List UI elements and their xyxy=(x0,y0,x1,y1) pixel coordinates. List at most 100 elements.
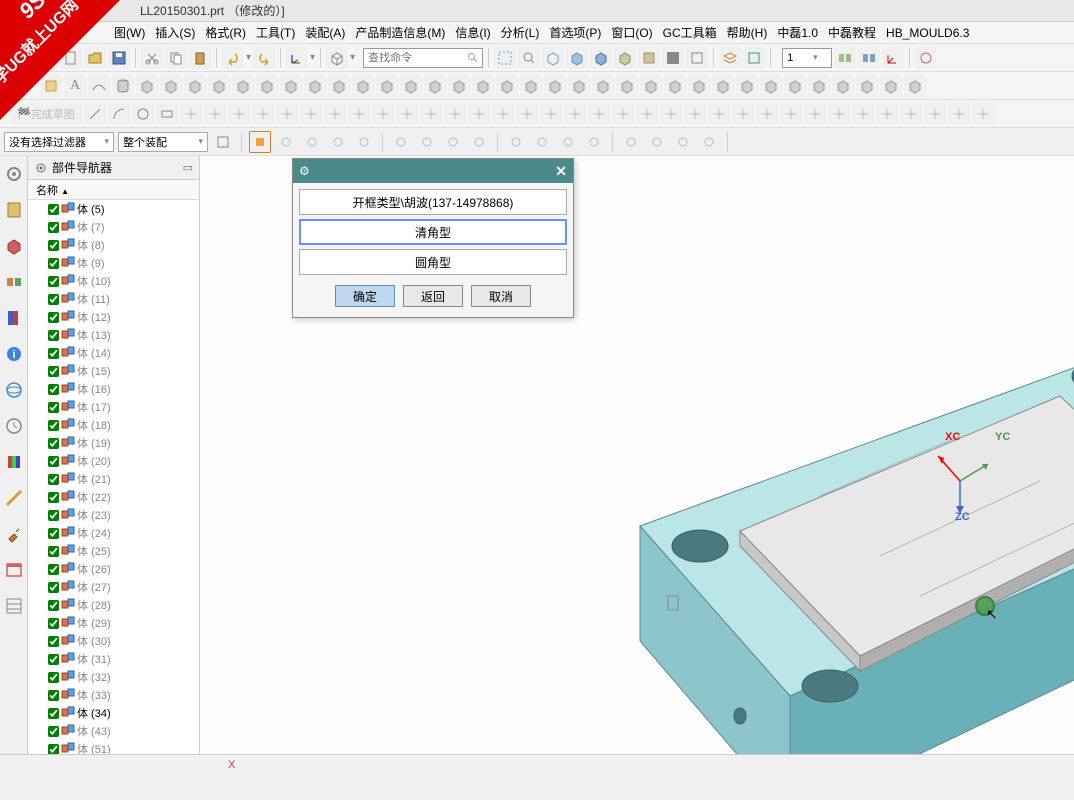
new-file-icon[interactable] xyxy=(60,47,82,69)
sel-tool-7-icon[interactable] xyxy=(468,131,490,153)
nav-checkbox[interactable] xyxy=(48,240,59,251)
dialog-option-clear-corner[interactable]: 清角型 xyxy=(299,219,567,245)
curve-icon[interactable] xyxy=(88,75,110,97)
nav-checkbox[interactable] xyxy=(48,492,59,503)
wcs-icon[interactable] xyxy=(286,47,308,69)
curve-tool-18-icon[interactable] xyxy=(612,103,634,125)
sel-tool-1-icon[interactable] xyxy=(301,131,323,153)
model-tool-19-icon[interactable] xyxy=(592,75,614,97)
nav-checkbox[interactable] xyxy=(48,294,59,305)
nav-checkbox[interactable] xyxy=(48,564,59,575)
copy-icon[interactable] xyxy=(165,47,187,69)
assy2-icon[interactable] xyxy=(858,47,880,69)
zoom-icon[interactable] xyxy=(518,47,540,69)
model-tool-1-icon[interactable] xyxy=(160,75,182,97)
curve-tool-16-icon[interactable] xyxy=(564,103,586,125)
model-tool-13-icon[interactable] xyxy=(448,75,470,97)
nav-body-item[interactable]: 体 (32) xyxy=(28,668,199,686)
iso-view-icon[interactable] xyxy=(614,47,636,69)
nav-body-item[interactable]: 体 (24) xyxy=(28,524,199,542)
nav-checkbox[interactable] xyxy=(48,312,59,323)
nav-body-item[interactable]: 体 (18) xyxy=(28,416,199,434)
color-tab-icon[interactable] xyxy=(4,452,24,472)
undo-icon[interactable] xyxy=(222,47,244,69)
model-tool-0-icon[interactable] xyxy=(136,75,158,97)
curve-tool-33-icon[interactable] xyxy=(972,103,994,125)
model-tool-24-icon[interactable] xyxy=(712,75,734,97)
redo-icon[interactable] xyxy=(253,47,275,69)
info-tab-icon[interactable]: i xyxy=(4,344,24,364)
curve-tool-26-icon[interactable] xyxy=(804,103,826,125)
dialog-titlebar[interactable]: ⚙ ✕ xyxy=(293,159,573,183)
menu-item[interactable]: 中磊1.0 xyxy=(773,24,822,41)
model-tool-21-icon[interactable] xyxy=(640,75,662,97)
dialog-close-icon[interactable]: ✕ xyxy=(555,163,567,180)
nav-checkbox[interactable] xyxy=(48,690,59,701)
navigator-tree[interactable]: 体 (5)体 (7)体 (8)体 (9)体 (10)体 (11)体 (12)体 … xyxy=(28,200,199,754)
model-tool-12-icon[interactable] xyxy=(424,75,446,97)
nav-checkbox[interactable] xyxy=(48,222,59,233)
model-tool-27-icon[interactable] xyxy=(784,75,806,97)
curve-tool-19-icon[interactable] xyxy=(636,103,658,125)
model-tool-10-icon[interactable] xyxy=(376,75,398,97)
curve-tool-29-icon[interactable] xyxy=(876,103,898,125)
cylinder-icon[interactable] xyxy=(112,75,134,97)
menu-item[interactable]: 分析(L) xyxy=(497,24,544,41)
nav-checkbox[interactable] xyxy=(48,276,59,287)
book-tab-icon[interactable] xyxy=(4,308,24,328)
sel-tool-3-icon[interactable] xyxy=(353,131,375,153)
assembly-tab-icon[interactable] xyxy=(4,236,24,256)
nav-checkbox[interactable] xyxy=(48,474,59,485)
curve-tool-22-icon[interactable] xyxy=(708,103,730,125)
cancel-button[interactable]: 取消 xyxy=(471,285,531,307)
curve-tool-7-icon[interactable] xyxy=(348,103,370,125)
nav-checkbox[interactable] xyxy=(48,744,59,755)
curve-tool-8-icon[interactable] xyxy=(372,103,394,125)
shaded-icon[interactable] xyxy=(566,47,588,69)
box-icon[interactable] xyxy=(326,47,348,69)
dialog-option-round-corner[interactable]: 圆角型 xyxy=(299,249,567,275)
model-tool-5-icon[interactable] xyxy=(256,75,278,97)
curve-tool-21-icon[interactable] xyxy=(684,103,706,125)
sel-mode1-icon[interactable] xyxy=(249,131,271,153)
nav-body-item[interactable]: 体 (15) xyxy=(28,362,199,380)
command-search-input[interactable] xyxy=(364,52,464,64)
model-tool-15-icon[interactable] xyxy=(496,75,518,97)
nav-checkbox[interactable] xyxy=(48,528,59,539)
graphics-viewport[interactable]: XC YC ZC ↖ ⚙ ✕ 开框类型\胡波(137-14978868) 清角型… xyxy=(200,156,1074,754)
nav-checkbox[interactable] xyxy=(48,510,59,521)
open-icon[interactable] xyxy=(84,47,106,69)
curve-tool-30-icon[interactable] xyxy=(900,103,922,125)
globe-tab-icon[interactable] xyxy=(4,380,24,400)
nav-tab-icon[interactable] xyxy=(4,200,24,220)
model-tool-3-icon[interactable] xyxy=(208,75,230,97)
sel-tool-11-icon[interactable] xyxy=(583,131,605,153)
pin-icon[interactable]: ▭ xyxy=(183,161,193,174)
nav-checkbox[interactable] xyxy=(48,600,59,611)
dialog-header-row[interactable]: 开框类型\胡波(137-14978868) xyxy=(299,189,567,215)
model-tool-8-icon[interactable] xyxy=(328,75,350,97)
nav-body-item[interactable]: 体 (12) xyxy=(28,308,199,326)
model-tool-25-icon[interactable] xyxy=(736,75,758,97)
nav-body-item[interactable]: 体 (27) xyxy=(28,578,199,596)
sel-tool-5-icon[interactable] xyxy=(416,131,438,153)
command-search[interactable] xyxy=(363,48,483,68)
nav-body-item[interactable]: 体 (34) xyxy=(28,704,199,722)
nav-checkbox[interactable] xyxy=(48,636,59,647)
sel-tool-9-icon[interactable] xyxy=(531,131,553,153)
nav-body-item[interactable]: 体 (28) xyxy=(28,596,199,614)
window-tab-icon[interactable] xyxy=(4,560,24,580)
nav-body-item[interactable]: 体 (9) xyxy=(28,254,199,272)
nav-body-item[interactable]: 体 (22) xyxy=(28,488,199,506)
curve-tool-25-icon[interactable] xyxy=(780,103,802,125)
search-icon[interactable] xyxy=(464,49,482,67)
menu-item[interactable]: 装配(A) xyxy=(301,24,349,41)
model-tool-28-icon[interactable] xyxy=(808,75,830,97)
curve-tool-3-icon[interactable] xyxy=(252,103,274,125)
clip-icon[interactable] xyxy=(662,47,684,69)
number-field[interactable] xyxy=(783,52,813,64)
model-tool-31-icon[interactable] xyxy=(880,75,902,97)
model-tool-29-icon[interactable] xyxy=(832,75,854,97)
nav-checkbox[interactable] xyxy=(48,330,59,341)
menu-item[interactable]: GC工具箱 xyxy=(659,24,721,41)
